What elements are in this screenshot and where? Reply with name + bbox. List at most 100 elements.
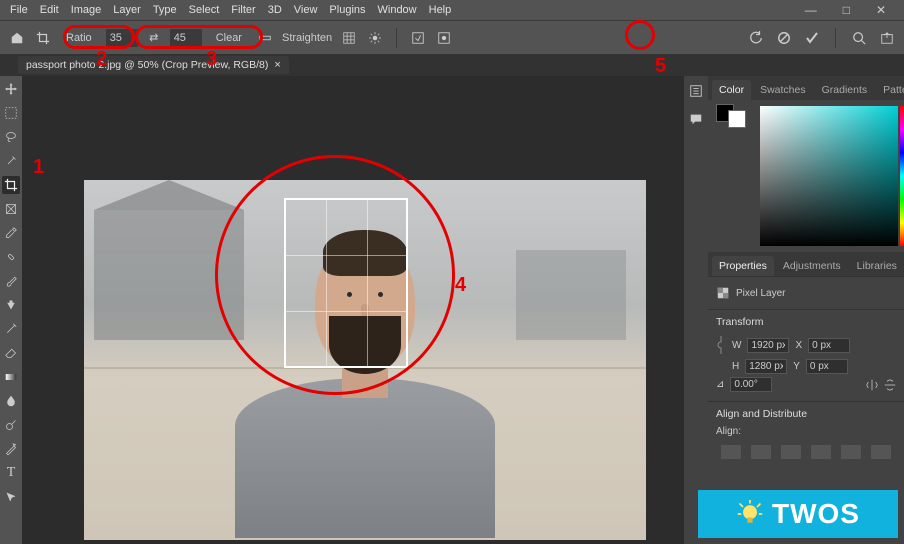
align-title: Align and Distribute: [716, 408, 896, 420]
comments-panel-icon[interactable]: [687, 110, 705, 128]
menu-3d[interactable]: 3D: [268, 4, 282, 16]
crop-handle-tr[interactable]: [394, 198, 408, 212]
search-icon[interactable]: [850, 29, 868, 47]
tab-color[interactable]: Color: [712, 80, 751, 100]
history-brush-icon[interactable]: [2, 320, 20, 338]
menu-image[interactable]: Image: [71, 4, 102, 16]
foreground-background-swatches[interactable]: [716, 104, 746, 248]
marquee-tool-icon[interactable]: [2, 104, 20, 122]
win-minimize-icon[interactable]: —: [805, 3, 817, 17]
document-canvas[interactable]: [84, 180, 646, 540]
link-icon[interactable]: [716, 334, 726, 356]
path-select-icon[interactable]: [2, 488, 20, 506]
tab-properties[interactable]: Properties: [712, 256, 774, 276]
history-panel-icon[interactable]: [687, 82, 705, 100]
background-building-left: [94, 210, 244, 340]
healing-tool-icon[interactable]: [2, 248, 20, 266]
flip-h-icon[interactable]: [866, 379, 878, 391]
w-input[interactable]: [747, 338, 789, 353]
menu-file[interactable]: File: [10, 4, 28, 16]
crop-width-input[interactable]: [106, 29, 138, 47]
color-panel-tabs: Color Swatches Gradients Patterns: [708, 76, 904, 100]
tab-patterns[interactable]: Patterns: [876, 80, 904, 100]
align-hcenter-icon[interactable]: [751, 445, 771, 459]
document-tab-bar: passport photo 2.jpg @ 50% (Crop Preview…: [0, 54, 904, 76]
clone-tool-icon[interactable]: [2, 296, 20, 314]
dodge-tool-icon[interactable]: [2, 416, 20, 434]
options-bar: Ratio ⇄ Clear Straighten: [0, 20, 904, 54]
ratio-dropdown-label[interactable]: Ratio: [60, 32, 98, 44]
content-aware-icon[interactable]: [409, 29, 427, 47]
document-tab[interactable]: passport photo 2.jpg @ 50% (Crop Preview…: [18, 56, 289, 74]
color-picker[interactable]: [760, 106, 898, 246]
commit-crop-icon[interactable]: [803, 29, 821, 47]
h-label: H: [732, 361, 739, 372]
move-tool-icon[interactable]: [2, 80, 20, 98]
swap-dimensions-icon[interactable]: ⇄: [146, 31, 162, 44]
gear-icon[interactable]: [366, 29, 384, 47]
blur-tool-icon[interactable]: [2, 392, 20, 410]
menu-window[interactable]: Window: [378, 4, 417, 16]
pen-tool-icon[interactable]: [2, 440, 20, 458]
frame-tool-icon[interactable]: [2, 200, 20, 218]
straighten-icon[interactable]: [256, 29, 274, 47]
menu-help[interactable]: Help: [429, 4, 452, 16]
tab-gradients[interactable]: Gradients: [815, 80, 875, 100]
h-input[interactable]: [745, 359, 787, 374]
crop-handle-bl[interactable]: [284, 354, 298, 368]
menu-type[interactable]: Type: [153, 4, 177, 16]
tab-close-icon[interactable]: ×: [274, 59, 280, 71]
tab-libraries[interactable]: Libraries: [850, 256, 904, 276]
y-input[interactable]: [806, 359, 848, 374]
lightbulb-icon: [736, 500, 764, 528]
win-maximize-icon[interactable]: □: [843, 3, 850, 17]
gradient-tool-icon[interactable]: [2, 368, 20, 386]
align-label: Align:: [716, 426, 896, 437]
align-vcenter-icon[interactable]: [841, 445, 861, 459]
win-close-icon[interactable]: ✕: [876, 3, 886, 17]
crop-tool-icon[interactable]: [34, 29, 52, 47]
clear-button[interactable]: Clear: [210, 32, 248, 44]
align-top-icon[interactable]: [811, 445, 831, 459]
reset-crop-icon[interactable]: [747, 29, 765, 47]
share-icon[interactable]: [878, 29, 896, 47]
menu-view[interactable]: View: [294, 4, 318, 16]
align-right-icon[interactable]: [781, 445, 801, 459]
tab-adjustments[interactable]: Adjustments: [776, 256, 848, 276]
eraser-tool-icon[interactable]: [2, 344, 20, 362]
right-panel: Color Swatches Gradients Patterns Proper…: [708, 76, 904, 544]
x-label: X: [795, 340, 802, 351]
flip-v-icon[interactable]: [884, 379, 896, 391]
crop-tool-icon[interactable]: [2, 176, 20, 194]
menu-layer[interactable]: Layer: [113, 4, 141, 16]
angle-input[interactable]: [730, 377, 772, 392]
hue-slider[interactable]: [900, 106, 904, 246]
menu-edit[interactable]: Edit: [40, 4, 59, 16]
menu-plugins[interactable]: Plugins: [329, 4, 365, 16]
type-tool-icon[interactable]: T: [2, 464, 20, 482]
delete-pixels-icon[interactable]: [435, 29, 453, 47]
align-left-icon[interactable]: [721, 445, 741, 459]
menu-select[interactable]: Select: [189, 4, 220, 16]
background-building-right: [516, 250, 626, 340]
twos-logo: TWOS: [698, 490, 898, 538]
align-bottom-icon[interactable]: [871, 445, 891, 459]
x-input[interactable]: [808, 338, 850, 353]
crop-box[interactable]: [284, 198, 408, 368]
cancel-crop-icon[interactable]: [775, 29, 793, 47]
eyedropper-tool-icon[interactable]: [2, 224, 20, 242]
canvas-area[interactable]: [22, 76, 684, 544]
background-color-swatch[interactable]: [728, 110, 746, 128]
tab-swatches[interactable]: Swatches: [753, 80, 813, 100]
lasso-tool-icon[interactable]: [2, 128, 20, 146]
collapsed-panel-strip: [684, 76, 708, 544]
logo-text: TWOS: [772, 498, 860, 530]
crop-handle-br[interactable]: [394, 354, 408, 368]
crop-handle-tl[interactable]: [284, 198, 298, 212]
wand-tool-icon[interactable]: [2, 152, 20, 170]
home-icon[interactable]: [8, 29, 26, 47]
crop-height-input[interactable]: [170, 29, 202, 47]
grid-overlay-icon[interactable]: [340, 29, 358, 47]
brush-tool-icon[interactable]: [2, 272, 20, 290]
menu-filter[interactable]: Filter: [231, 4, 255, 16]
